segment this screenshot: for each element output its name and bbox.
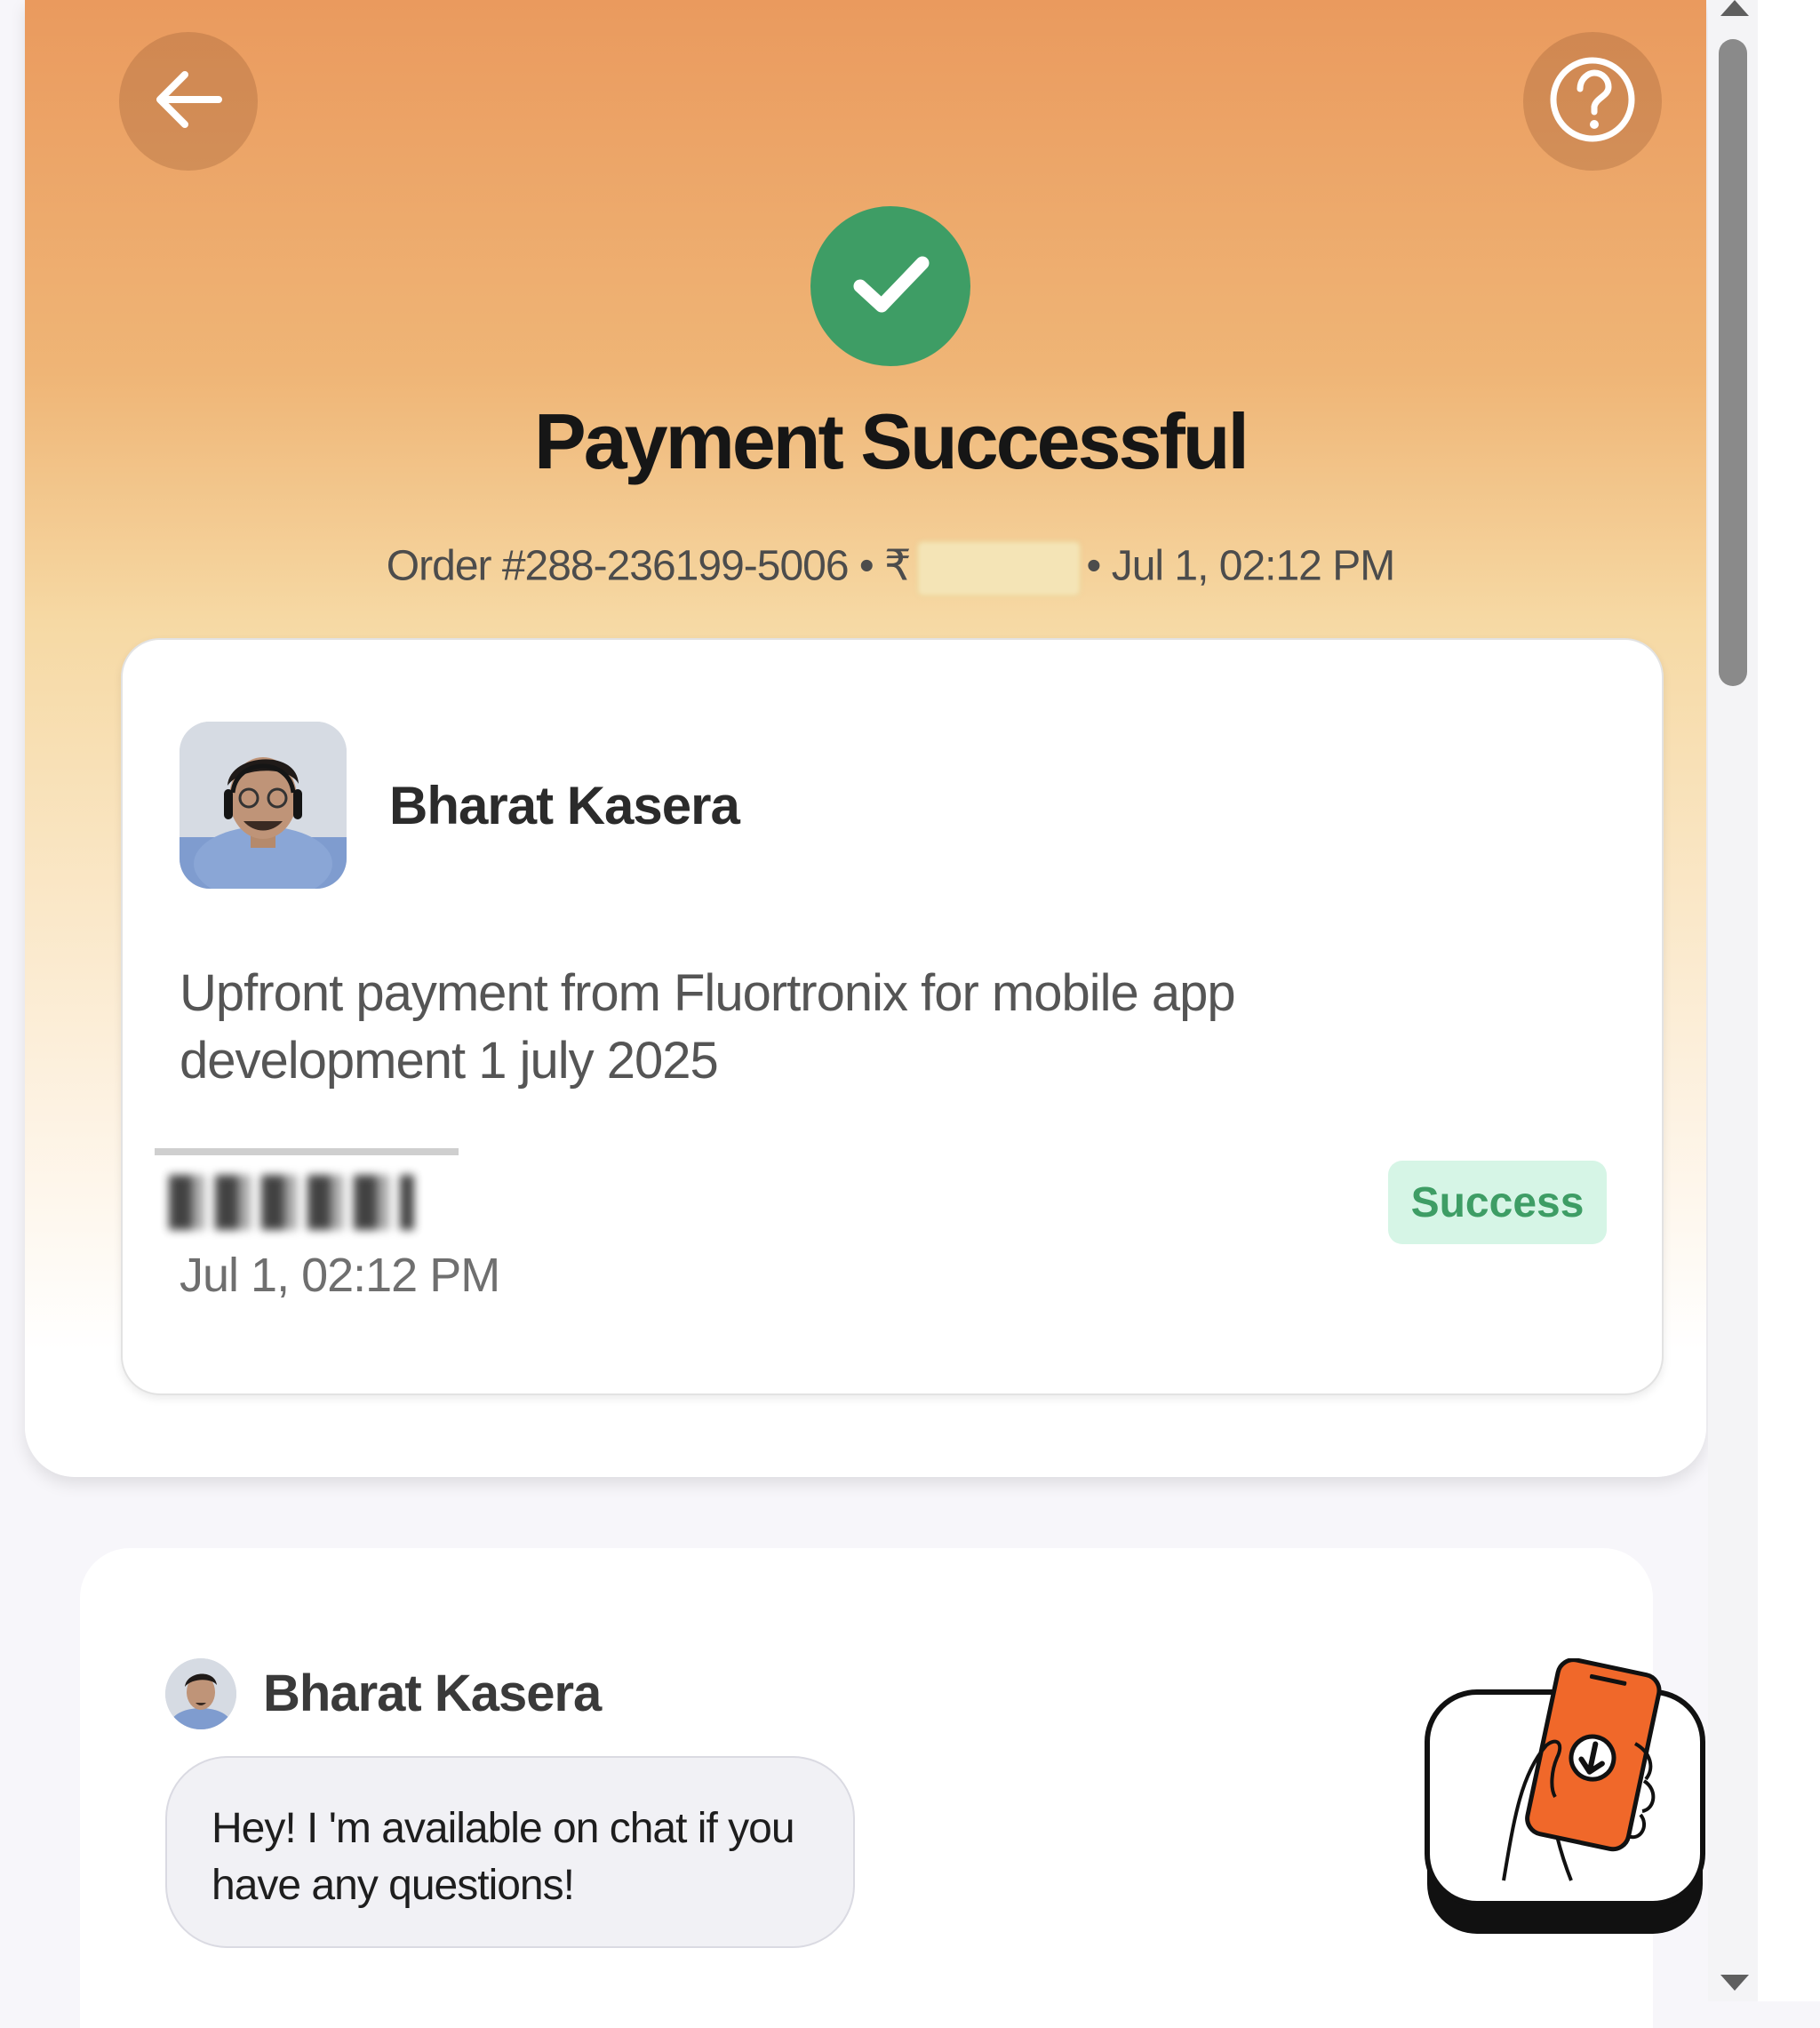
success-badge — [810, 206, 970, 366]
scroll-down-arrow-icon[interactable] — [1720, 1975, 1749, 1991]
order-number: Order #288-236199-5006 • ₹ — [386, 542, 912, 590]
amount-divider — [155, 1148, 459, 1155]
payment-time: Jul 1, 02:12 PM — [180, 1249, 500, 1302]
scrollbar[interactable] — [1708, 0, 1758, 2001]
status-badge: Success — [1388, 1161, 1607, 1244]
page-right-gutter — [1758, 0, 1820, 2001]
chat-message-bubble: Hey! I 'm available on chat if you have … — [165, 1756, 855, 1948]
page-left-gutter — [0, 0, 25, 2001]
chat-sender-name: Bharat Kasera — [263, 1665, 602, 1722]
arrow-left-icon — [146, 57, 231, 147]
masked-amount — [915, 540, 1082, 597]
payee-name: Bharat Kasera — [389, 776, 740, 835]
chat-card[interactable]: Bharat Kasera Hey! I 'm available on cha… — [80, 1548, 1653, 2028]
download-app-button[interactable] — [1422, 1657, 1706, 1939]
help-circle-icon — [1546, 53, 1639, 150]
masked-payment-amount — [169, 1175, 414, 1230]
scroll-thumb[interactable] — [1719, 39, 1747, 686]
payment-success-header: Payment Successful Order #288-236199-500… — [25, 0, 1706, 1477]
phone-download-icon — [1422, 1657, 1706, 1943]
help-button[interactable] — [1523, 32, 1662, 171]
order-summary: Order #288-236199-5006 • ₹ • Jul 1, 02:12… — [25, 540, 1756, 597]
check-icon — [846, 240, 935, 333]
scroll-up-arrow-icon[interactable] — [1720, 0, 1749, 16]
chat-avatar — [165, 1658, 236, 1729]
avatar — [180, 722, 347, 889]
order-time: • Jul 1, 02:12 PM — [1086, 542, 1396, 590]
payment-description: Upfront payment from Fluortronix for mob… — [180, 964, 1236, 1090]
page-title: Payment Successful — [534, 397, 1249, 485]
payment-details-card: Bharat Kasera Upfront payment from Fluor… — [121, 638, 1664, 1395]
back-button[interactable] — [119, 32, 258, 171]
